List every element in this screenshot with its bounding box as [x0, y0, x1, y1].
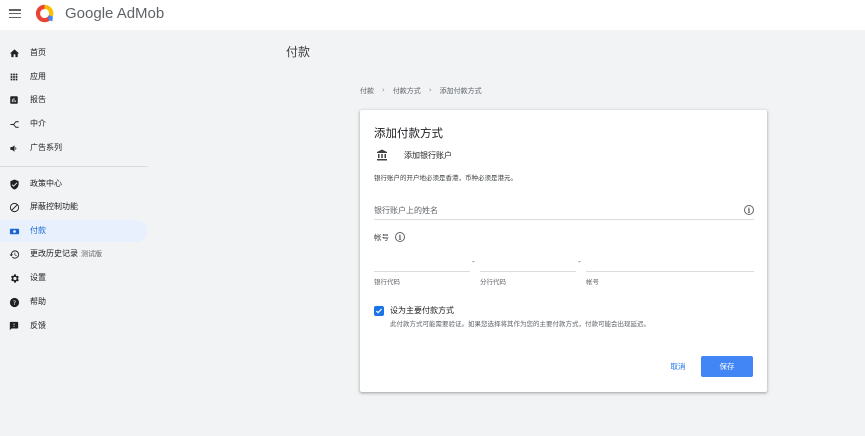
breadcrumb-separator: › [382, 86, 385, 94]
sidebar-item-apps[interactable]: 应用 [0, 66, 147, 88]
sidebar-item-payments[interactable]: 付款 [0, 220, 147, 242]
field-separator: - [578, 257, 581, 266]
info-icon[interactable]: i [744, 205, 754, 215]
breadcrumb-payment-methods-link[interactable]: 付款方式 [393, 86, 421, 96]
sidebar-item-label: 帮助 [30, 297, 46, 306]
bank-notice: 银行账户的开户地必须是香港，币种必须是港元。 [374, 174, 517, 182]
sidebar-item-label: 广告系列 [30, 143, 62, 152]
mediation-icon [8, 118, 20, 130]
apps-grid-icon [8, 71, 20, 83]
sidebar-divider [0, 166, 148, 167]
gear-icon [8, 272, 20, 284]
branch-code-input[interactable] [480, 258, 576, 272]
breadcrumb-payments-link[interactable]: 付款 [360, 86, 374, 96]
field-separator: - [472, 257, 475, 266]
primary-payment-checkbox[interactable] [374, 306, 384, 316]
bank-code-label: 银行代码 [374, 278, 400, 286]
report-icon [8, 94, 20, 106]
sidebar-item-mediation[interactable]: 中介 [0, 113, 147, 135]
sidebar-item-settings[interactable]: 设置 [0, 267, 147, 289]
branch-code-label: 分行代码 [480, 278, 506, 286]
account-number-input[interactable] [586, 258, 754, 272]
breadcrumb: 付款 › 付款方式 › 添加付款方式 [360, 86, 482, 96]
sidebar-item-campaigns[interactable]: 广告系列 [0, 137, 147, 159]
sidebar-item-feedback[interactable]: 反馈 [0, 315, 147, 337]
top-app-bar: Google AdMob [0, 0, 865, 30]
brand-title: Google AdMob [65, 5, 165, 22]
sidebar-item-label: 设置 [30, 273, 46, 282]
sidebar-item-change-history[interactable]: 更改历史记录 测试版 [0, 243, 147, 265]
account-number-label: 帐号 [374, 233, 389, 242]
home-icon [8, 47, 20, 59]
sidebar-item-label: 报告 [30, 95, 46, 104]
shield-icon [8, 178, 20, 190]
checkmark-icon [375, 308, 383, 314]
payments-icon [8, 225, 20, 237]
sidebar-item-label: 首页 [30, 48, 46, 57]
add-payment-method-card: 添加付款方式 添加银行账户 银行账户的开户地必须是香港，币种必须是港元。 银行账… [360, 110, 767, 392]
sidebar-item-label: 中介 [30, 119, 46, 128]
account-holder-name-field[interactable]: 银行账户上的姓名 i [374, 200, 754, 220]
history-icon [8, 248, 20, 260]
sidebar-item-label: 反馈 [30, 321, 46, 330]
sidebar-item-blocking-controls[interactable]: 屏蔽控制功能 [0, 196, 147, 218]
primary-payment-description: 此付款方式可能需要验证。如果您选择将其作为您的主要付款方式，付款可能会出现延迟。 [390, 320, 650, 328]
sidebar-item-label: 政策中心 [30, 179, 62, 188]
sidebar-item-label: 更改历史记录 测试版 [30, 249, 102, 258]
campaign-megaphone-icon [8, 142, 20, 154]
sidebar-item-reports[interactable]: 报告 [0, 89, 147, 111]
sidebar-item-label: 屏蔽控制功能 [30, 202, 78, 211]
primary-payment-label: 设为主要付款方式 [390, 306, 454, 315]
beta-badge: 测试版 [81, 250, 102, 258]
bank-icon [377, 149, 387, 161]
save-button[interactable]: 保存 [701, 356, 753, 377]
sidebar-item-label: 付款 [30, 226, 46, 235]
breadcrumb-separator: › [428, 86, 432, 94]
hamburger-menu-icon[interactable] [9, 9, 21, 19]
svg-text:?: ? [12, 298, 15, 306]
breadcrumb-current: 添加付款方式 [439, 87, 482, 95]
cancel-button[interactable]: 取消 [662, 358, 694, 374]
feedback-icon [8, 320, 20, 332]
help-icon: ? [8, 296, 20, 308]
account-holder-name-placeholder: 银行账户上的姓名 [374, 206, 438, 215]
info-icon[interactable]: i [395, 232, 405, 242]
account-no-label: 帐号 [586, 278, 599, 286]
block-icon [8, 201, 20, 213]
sidebar-item-label: 应用 [30, 72, 46, 81]
admob-logo-icon [35, 4, 54, 23]
sidebar-nav: 首页 应用 报告 中介 广告系列 政策中心 屏蔽控制功能 付款 更改历史记录 测试… [0, 30, 152, 436]
card-title: 添加付款方式 [374, 126, 443, 140]
sidebar-item-policy-center[interactable]: 政策中心 [0, 173, 147, 195]
payment-method-type: 添加银行账户 [404, 151, 452, 160]
page-title: 付款 [286, 45, 311, 59]
sidebar-item-help[interactable]: ? 帮助 [0, 291, 147, 313]
sidebar-item-home[interactable]: 首页 [0, 42, 147, 64]
bank-code-input[interactable] [374, 258, 470, 272]
